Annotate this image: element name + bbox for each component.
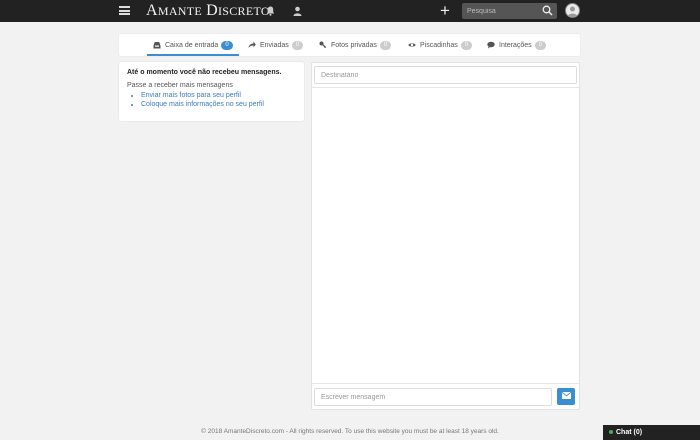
tab-label: Caixa de entrada xyxy=(165,41,219,49)
complete-profile-link[interactable]: Coloque mais informações no seu perfil xyxy=(141,101,264,108)
upload-photos-link[interactable]: Enviar mais fotos para seu perfil xyxy=(141,92,241,99)
no-messages-panel: Até o momento você não recebeu mensagens… xyxy=(119,62,304,121)
no-messages-title: Até o momento você não recebeu mensagens… xyxy=(127,69,282,76)
tab-sent[interactable]: Enviadas 0 xyxy=(248,34,304,56)
search-icon[interactable] xyxy=(542,5,553,16)
chat-label: Chat (0) xyxy=(616,429,643,436)
plus-icon[interactable]: + xyxy=(440,2,450,19)
tab-label: Enviadas xyxy=(260,41,289,49)
reply-icon xyxy=(248,41,256,49)
compose-panel xyxy=(311,62,580,410)
bell-icon[interactable] xyxy=(264,5,276,17)
footer-copyright: © 2018 AmanteDiscreto.com - All rights r… xyxy=(201,428,499,435)
count-badge: 0 xyxy=(221,40,233,50)
count-badge: 0 xyxy=(379,40,392,50)
send-button[interactable] xyxy=(557,388,575,405)
key-icon xyxy=(319,41,327,49)
tab-winks[interactable]: Piscadinhas 0 xyxy=(408,34,473,56)
list-item: Enviar mais fotos para seu perfil xyxy=(141,91,296,100)
tab-private-photos[interactable]: Fotos privadas 0 xyxy=(319,34,392,56)
tab-label: Piscadinhas xyxy=(420,41,458,49)
tab-label: Interações xyxy=(499,41,532,49)
online-status-icon xyxy=(609,430,613,435)
search-input[interactable] xyxy=(467,5,537,17)
eye-icon xyxy=(408,41,416,49)
inbox-icon xyxy=(153,41,161,49)
chat-bubble-icon xyxy=(487,41,495,49)
message-tabs: Caixa de entrada 0 Enviadas 0 Fotos priv… xyxy=(119,34,580,56)
message-input[interactable] xyxy=(314,388,552,406)
search-bar xyxy=(462,3,557,19)
envelope-icon xyxy=(561,392,571,401)
no-messages-subtitle: Passe a receber mais mensagens xyxy=(127,82,233,89)
list-item: Coloque mais informações no seu perfil xyxy=(141,100,296,109)
site-logo[interactable]: AMANTE DISCRETO xyxy=(146,3,270,19)
avatar[interactable] xyxy=(565,3,580,18)
tab-interactions[interactable]: Interações 0 xyxy=(487,34,547,56)
recipient-field[interactable] xyxy=(314,66,577,84)
suggestion-list: Enviar mais fotos para seu perfil Coloqu… xyxy=(127,91,296,109)
chat-button[interactable]: Chat (0) xyxy=(603,425,700,440)
message-thread-area xyxy=(312,88,579,383)
count-badge: 0 xyxy=(291,40,304,50)
menu-icon[interactable] xyxy=(119,6,130,15)
tab-label: Fotos privadas xyxy=(331,41,377,49)
tab-inbox[interactable]: Caixa de entrada 0 xyxy=(147,34,239,56)
count-badge: 0 xyxy=(534,40,547,50)
count-badge: 0 xyxy=(460,40,473,50)
user-icon[interactable] xyxy=(291,5,303,17)
top-navigation-bar: AMANTE DISCRETO + xyxy=(0,0,700,22)
divider xyxy=(312,383,579,384)
